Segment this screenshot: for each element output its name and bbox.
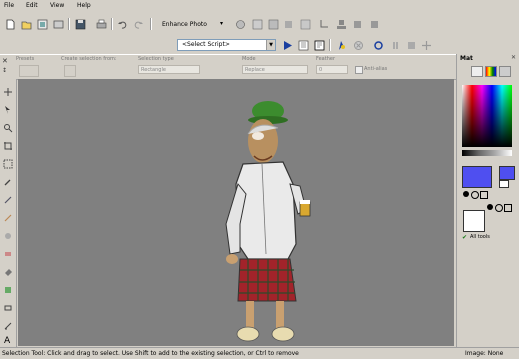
chevron-down-icon: ▼ [266, 40, 275, 50]
feather-value: 0 [319, 67, 323, 73]
selection-source-button[interactable] [64, 65, 76, 77]
menu-bar: File Edit View Help [0, 0, 519, 13]
image-icon[interactable] [300, 19, 311, 30]
undo-icon[interactable] [117, 19, 128, 30]
menu-edit[interactable]: Edit [26, 2, 38, 9]
print-icon[interactable] [96, 19, 107, 30]
color-mode-icon[interactable] [463, 191, 469, 197]
pan-icon[interactable] [3, 87, 13, 97]
crop-icon[interactable] [318, 19, 329, 30]
save-icon[interactable] [75, 19, 86, 30]
clone-brush-icon[interactable] [3, 213, 13, 223]
zoom-icon[interactable] [3, 123, 13, 133]
script-select-value: <Select Script> [182, 41, 230, 48]
status-image-info: Image: None [465, 350, 504, 357]
feather-label: Feather [316, 56, 336, 62]
selection-icon[interactable] [3, 159, 13, 169]
edit-script-icon[interactable] [314, 40, 325, 51]
picture-tube-icon[interactable] [3, 285, 13, 295]
grayscale-strip[interactable] [462, 150, 512, 156]
shape-icon[interactable] [3, 303, 13, 313]
scan-icon[interactable] [53, 19, 64, 30]
script-select[interactable]: <Select Script> ▼ [177, 39, 276, 51]
stamp-icon[interactable] [336, 19, 347, 30]
mode-select[interactable]: Replace [242, 65, 308, 74]
rainbow-tab-icon[interactable] [485, 66, 497, 77]
record-icon[interactable] [373, 40, 384, 51]
color-picker[interactable] [462, 85, 512, 147]
adjust-icon[interactable] [235, 19, 246, 30]
fill-icon[interactable] [3, 267, 13, 277]
redo-icon[interactable] [133, 19, 144, 30]
script-toolbar: <Select Script> ▼ [0, 36, 519, 54]
pattern-mode-icon[interactable] [480, 191, 488, 199]
layers-icon[interactable] [283, 19, 294, 30]
gradient-mode-icon[interactable] [471, 191, 479, 199]
tools-toolbar: A [0, 79, 17, 347]
swap-colors-icon[interactable] [499, 180, 509, 188]
selection-type-label: Selection type [138, 56, 174, 62]
presets-label: Presets [16, 56, 35, 62]
move-icon[interactable] [3, 105, 13, 115]
cancel-icon[interactable] [353, 40, 364, 51]
menu-view[interactable]: View [50, 2, 64, 9]
antialias-checkbox[interactable] [355, 66, 363, 74]
selection-type-value: Rectangle [141, 67, 166, 73]
new-icon[interactable] [5, 19, 16, 30]
status-hint: Selection Tool: Click and drag to select… [2, 350, 299, 357]
status-bar: Selection Tool: Click and drag to select… [0, 347, 519, 359]
standard-toolbar: Enhance Photo ▾ [0, 14, 519, 36]
swatches-tab-icon[interactable] [499, 66, 511, 77]
foreground-color-swatch[interactable] [462, 166, 492, 188]
antialias-label: Anti-alias [364, 66, 388, 72]
selection-type-select[interactable]: Rectangle [138, 65, 200, 74]
pause-icon[interactable] [390, 40, 401, 51]
pen-icon[interactable] [3, 321, 13, 331]
chevron-down-icon: ▾ [220, 20, 224, 27]
checkmark-icon[interactable]: ✔ [462, 234, 467, 241]
frame-tab-icon[interactable] [471, 66, 483, 77]
color-icon[interactable] [268, 19, 279, 30]
close-icon[interactable]: ✕ [2, 57, 8, 65]
feather-input[interactable]: 0 [316, 65, 348, 74]
enhance-photo-label: Enhance Photo [162, 21, 207, 28]
canvas-area[interactable] [18, 79, 454, 346]
open-icon[interactable] [21, 19, 32, 30]
materials-palette: Mat ✕ ✔ All tools [456, 54, 519, 347]
mode-value: Replace [245, 67, 265, 73]
tool-options-bar: ✕ ↕ Presets Create selection from: Selec… [0, 54, 519, 80]
brush-icon[interactable] [352, 19, 363, 30]
mode-label: Mode [242, 56, 256, 62]
stop-icon[interactable] [406, 40, 417, 51]
record-script-icon[interactable] [336, 40, 347, 51]
dropper-icon[interactable] [3, 177, 13, 187]
bg-gradient-mode-icon[interactable] [495, 204, 503, 212]
texture-swatch[interactable] [463, 210, 485, 232]
menu-help[interactable]: Help [77, 2, 91, 9]
bg-pattern-mode-icon[interactable] [504, 204, 512, 212]
dodge-icon[interactable] [3, 231, 13, 241]
eraser-icon[interactable] [3, 249, 13, 259]
text-tool-icon[interactable] [369, 19, 380, 30]
bg-color-mode-icon[interactable] [487, 204, 493, 210]
background-color-swatch[interactable] [499, 166, 515, 180]
all-tools-label: All tools [470, 234, 490, 240]
character-image [225, 101, 311, 342]
pin-icon[interactable]: ↕ [2, 67, 7, 74]
run-script-icon[interactable] [282, 40, 293, 51]
presets-button[interactable] [19, 65, 39, 77]
text-icon[interactable]: A [4, 336, 10, 346]
save-script-icon[interactable] [421, 40, 432, 51]
create-selection-label: Create selection from: [61, 56, 117, 62]
crop-tool-icon[interactable] [3, 141, 13, 151]
palette-title: Mat [460, 55, 473, 62]
effects-icon[interactable] [252, 19, 263, 30]
paint-brush-icon[interactable] [3, 195, 13, 205]
close-icon[interactable]: ✕ [511, 54, 516, 61]
enhance-photo-button[interactable]: Enhance Photo ▾ [156, 18, 246, 31]
browse-icon[interactable] [37, 19, 48, 30]
menu-file[interactable]: File [4, 2, 14, 9]
script-list-icon[interactable] [298, 40, 309, 51]
